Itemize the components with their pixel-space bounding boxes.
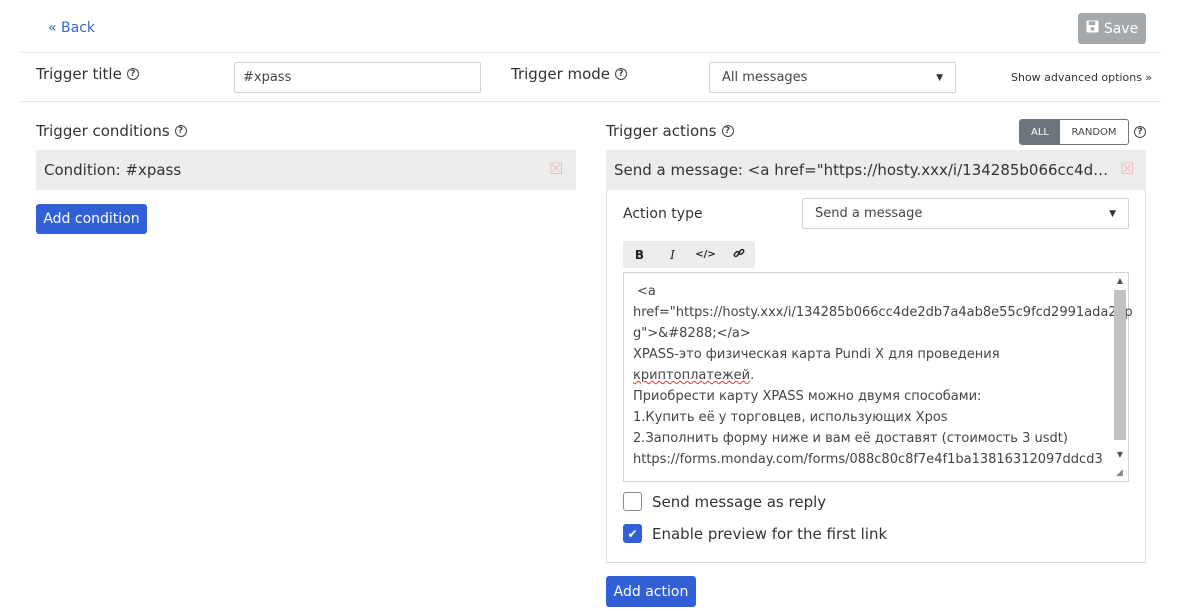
- trigger-title-label-text: Trigger title: [36, 65, 122, 83]
- bold-button[interactable]: B: [623, 248, 656, 262]
- caret-down-icon: ▼: [1109, 208, 1116, 219]
- scrollbar-thumb[interactable]: [1114, 290, 1126, 440]
- scroll-up-arrow-icon[interactable]: ▲: [1112, 273, 1128, 289]
- checkmark-icon: ✔: [627, 526, 638, 541]
- divider: [21, 52, 1161, 53]
- trigger-title-input[interactable]: [234, 62, 481, 93]
- action-type-value: Send a message: [815, 206, 923, 221]
- preview-checkbox[interactable]: ✔: [623, 524, 642, 543]
- show-advanced-options-link[interactable]: Show advanced options »: [1011, 71, 1152, 84]
- floppy-disk-icon: [1086, 20, 1099, 37]
- trigger-conditions-heading-text: Trigger conditions: [36, 122, 170, 140]
- caret-down-icon: ▼: [936, 72, 943, 83]
- action-type-label: Action type: [623, 206, 703, 222]
- help-icon[interactable]: ?: [1134, 126, 1146, 138]
- trigger-title-label: Trigger title ?: [36, 65, 139, 83]
- back-link[interactable]: « Back: [48, 20, 95, 36]
- trigger-actions-heading-text: Trigger actions: [606, 122, 717, 140]
- trigger-mode-label-text: Trigger mode: [511, 65, 611, 83]
- help-icon[interactable]: ?: [721, 125, 734, 137]
- message-text: XPASS-это физическая карта Pundi X для п…: [633, 347, 1000, 362]
- trigger-mode-value: All messages: [722, 70, 808, 85]
- toggle-random-button[interactable]: RANDOM: [1060, 120, 1128, 144]
- editor-scrollbar[interactable]: ▲ ▼: [1112, 273, 1128, 463]
- add-action-button[interactable]: Add action: [606, 576, 696, 607]
- trigger-mode-label: Trigger mode ?: [511, 65, 628, 83]
- message-line: XPASS-это физическая карта Pundi X для п…: [633, 344, 1104, 386]
- misspelled-word: криптоплатежей: [633, 368, 751, 383]
- message-line: <a: [637, 284, 656, 299]
- code-button[interactable]: </>: [689, 249, 722, 260]
- message-editor[interactable]: <a href="https://hosty.xxx/i/134285b066c…: [623, 272, 1133, 482]
- italic-button[interactable]: I: [656, 248, 689, 262]
- message-line: 1.Купить её у торговцев, использующих Xp…: [633, 410, 948, 425]
- reply-checkbox[interactable]: [623, 492, 642, 511]
- link-button[interactable]: [722, 247, 755, 262]
- message-line: 2.Заполнить форму ниже и вам её доставят…: [633, 431, 1068, 446]
- help-icon[interactable]: ?: [174, 125, 187, 137]
- message-line: href="https://hosty.xxx/i/134285b066cc4d…: [633, 305, 1133, 320]
- formatting-toolbar: B I </>: [623, 241, 755, 268]
- save-label: Save: [1103, 20, 1139, 37]
- condition-item[interactable]: Condition: #xpass ☒: [36, 150, 576, 190]
- preview-label: Enable preview for the first link: [652, 524, 888, 543]
- preview-option[interactable]: ✔ Enable preview for the first link: [623, 524, 887, 543]
- action-type-select[interactable]: Send a message ▼: [802, 198, 1129, 229]
- divider: [21, 101, 1161, 102]
- scroll-down-arrow-icon[interactable]: ▼: [1112, 447, 1128, 463]
- action-order-toggle: ALL RANDOM: [1019, 119, 1129, 145]
- link-icon: [732, 248, 745, 262]
- reply-label: Send message as reply: [652, 492, 827, 511]
- remove-condition-icon[interactable]: ☒: [549, 161, 563, 177]
- toggle-all-button[interactable]: ALL: [1020, 120, 1060, 144]
- trigger-conditions-heading: Trigger conditions ?: [36, 122, 187, 140]
- message-line: https://forms.monday.com/forms/088c80c8f…: [633, 452, 1103, 467]
- message-text: .: [750, 368, 755, 383]
- condition-label: Condition: #xpass: [44, 161, 182, 179]
- save-button[interactable]: Save: [1078, 13, 1146, 44]
- message-line: g">&#8288;</a>: [633, 326, 751, 341]
- message-line: Приобрести карту XPASS можно двумя спосо…: [633, 389, 982, 404]
- resize-handle-icon[interactable]: ◢: [1116, 468, 1123, 478]
- action-item-title: Send a message: <a href="https://hosty.x…: [614, 161, 1114, 179]
- action-item-header[interactable]: Send a message: <a href="https://hosty.x…: [606, 150, 1146, 190]
- reply-option[interactable]: Send message as reply: [623, 492, 826, 511]
- help-icon[interactable]: ?: [126, 68, 139, 80]
- remove-action-icon[interactable]: ☒: [1120, 161, 1134, 177]
- help-icon[interactable]: ?: [615, 68, 628, 80]
- add-condition-button[interactable]: Add condition: [36, 204, 147, 234]
- trigger-mode-select[interactable]: All messages ▼: [709, 62, 956, 93]
- trigger-actions-heading: Trigger actions ?: [606, 122, 734, 140]
